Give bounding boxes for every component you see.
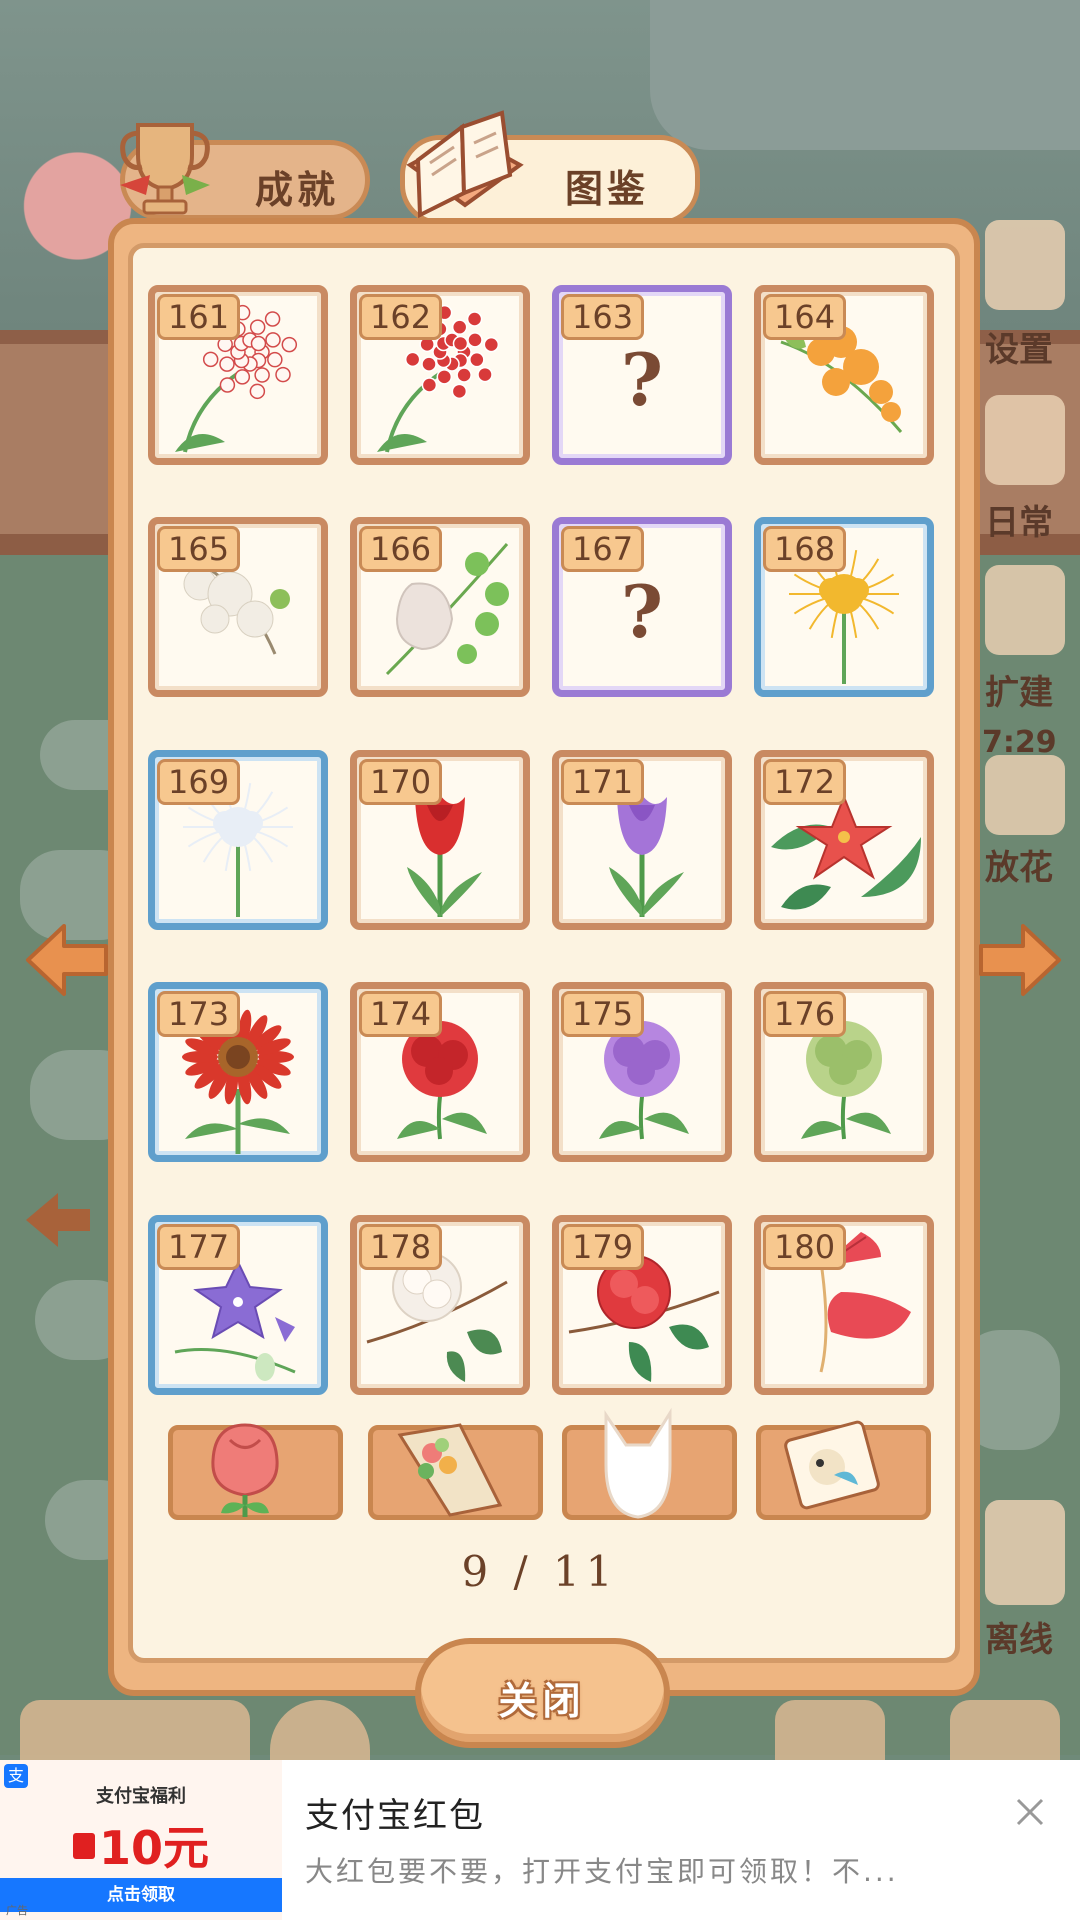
ad-close-icon[interactable] (1010, 1792, 1050, 1832)
red-packet-icon (72, 1832, 95, 1859)
flower-icon (211, 1423, 279, 1517)
flower-card-number: 175 (561, 991, 645, 1037)
flower-card-number: 174 (359, 991, 443, 1037)
fairy-deco (950, 1700, 1060, 1760)
flower-card-number: 168 (763, 526, 847, 572)
back-arrow-icon[interactable] (18, 1185, 98, 1255)
close-button-label: 关闭 (498, 1679, 587, 1723)
offline-book-icon[interactable] (985, 1500, 1065, 1605)
flower-card-number: 177 (157, 1224, 241, 1270)
previous-page-arrow-icon[interactable] (22, 920, 112, 1000)
flower-card-161[interactable]: 161 (148, 285, 328, 465)
flower-card-177[interactable]: 177 (148, 1215, 328, 1395)
flower-card-175[interactable]: 175 (552, 982, 732, 1162)
page-indicator: 9 / 11 (461, 1547, 619, 1596)
flower-card-number: 165 (157, 526, 241, 572)
flower-card-number: 170 (359, 759, 443, 805)
flower-card-178[interactable]: 178 (350, 1215, 530, 1395)
daily-icon[interactable] (985, 395, 1065, 485)
flower-card-170[interactable]: 170 (350, 750, 530, 930)
flower-card-number: 163 (561, 294, 645, 340)
trophy-icon (120, 123, 210, 215)
flower-card-171[interactable]: 171 (552, 750, 732, 930)
flower-card-163[interactable]: ? 163 (552, 285, 732, 465)
ad-description: 大红包要不要，打开支付宝即可领取！不... (305, 1855, 899, 1888)
tab-atlas-label: 图鉴 (565, 167, 650, 211)
flower-card-number: 173 (157, 991, 241, 1037)
bouquet-icon (397, 1423, 503, 1517)
flower-card-166[interactable]: 166 (350, 517, 530, 697)
ad-title: 支付宝红包 (305, 1796, 485, 1836)
offline-label: 离线 (985, 1620, 1053, 1660)
ad-thumb-title: 支付宝福利 (96, 1786, 186, 1807)
flower-card-number: 176 (763, 991, 847, 1037)
flower-card-179[interactable]: 179 (552, 1215, 732, 1395)
tab-achievements-label: 成就 (255, 168, 340, 212)
photo-card-icon (784, 1420, 880, 1510)
flower-card-176[interactable]: 176 (754, 982, 934, 1162)
daily-label: 日常 (985, 503, 1053, 543)
flower-card-number: 178 (359, 1224, 443, 1270)
next-page-arrow-icon[interactable] (975, 920, 1065, 1000)
ad-thumbnail[interactable]: 支 支付宝福利 10元 点击领取 广告 (0, 1760, 282, 1920)
flower-card-173[interactable]: 173 (148, 982, 328, 1162)
flower-card-number: 166 (359, 526, 443, 572)
flower-card-164[interactable]: 164 (754, 285, 934, 465)
ad-thumb-amount-text: 10元 (98, 1821, 209, 1875)
flower-card-number: 162 (359, 294, 443, 340)
ad-thumb-amount: 10元 (0, 1812, 282, 1878)
bottom-menu-deco (20, 1700, 250, 1760)
background-window (650, 0, 1080, 150)
flower-card-number: 172 (763, 759, 847, 805)
flower-card-number: 179 (561, 1224, 645, 1270)
flower-card-number: 167 (561, 526, 645, 572)
flower-card-number: 164 (763, 294, 847, 340)
ad-banner[interactable]: 支 支付宝福利 10元 点击领取 广告 支付宝红包 大红包要不要，打开支付宝即可… (0, 1760, 1080, 1920)
flower-card-167[interactable]: ? 167 (552, 517, 732, 697)
flower-card-number: 161 (157, 294, 241, 340)
flower-card-174[interactable]: 174 (350, 982, 530, 1162)
flower-rose-icon[interactable] (985, 755, 1065, 835)
settings-label: 设置 (985, 330, 1053, 370)
flower-card-168[interactable]: 168 (754, 517, 934, 697)
flower-label: 放花 (985, 848, 1053, 888)
flower-card-180[interactable]: 180 (754, 1215, 934, 1395)
open-book-icon (406, 110, 524, 219)
ad-claim-button[interactable]: 点击领取 (0, 1878, 282, 1912)
close-button[interactable]: 关闭 (415, 1638, 670, 1748)
expand-hammer-icon[interactable] (985, 565, 1065, 655)
flower-card-165[interactable]: 165 (148, 517, 328, 697)
flower-card-number: 171 (561, 759, 645, 805)
flower-card-number: 180 (763, 1224, 847, 1270)
basket-deco (775, 1700, 885, 1760)
flower-card-172[interactable]: 172 (754, 750, 934, 930)
cat-silhouette-icon (604, 1407, 672, 1519)
unknown-flower-question-mark: ? (620, 569, 664, 654)
expand-label: 扩建 (985, 673, 1053, 713)
flower-card-169[interactable]: 169 (148, 750, 328, 930)
settings-gear-icon[interactable] (985, 220, 1065, 310)
flower-card-number: 169 (157, 759, 241, 805)
flower-card-162[interactable]: 162 (350, 285, 530, 465)
unknown-flower-question-mark: ? (620, 337, 664, 422)
ad-tag: 广告 (6, 1904, 28, 1917)
